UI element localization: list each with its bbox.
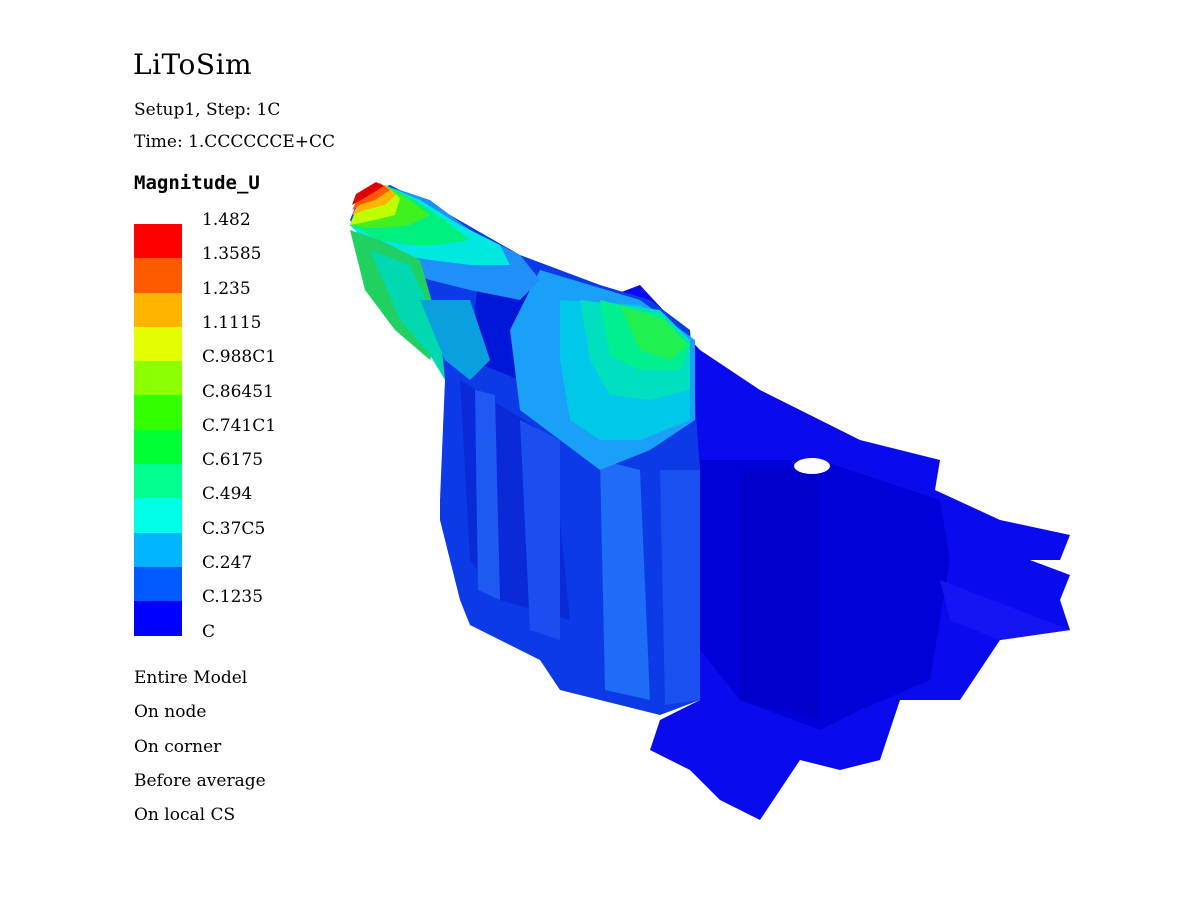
legend-tick-label: C [202, 621, 216, 642]
legend-swatch [134, 464, 182, 499]
legend-swatch [134, 395, 182, 430]
legend-tick-label: C.988C1 [202, 347, 277, 368]
result-option-text: Before average [134, 770, 266, 791]
legend-tick-label: C.37C5 [202, 518, 266, 539]
legend-tick-label: 1.3585 [202, 244, 262, 265]
legend-swatch [134, 292, 182, 327]
legend-tick-label: 1.1115 [202, 312, 262, 333]
legend-tick-label: C.6175 [202, 450, 264, 471]
setup-step-label: Setup1, Step: 1C [134, 100, 281, 120]
result-option-text: Entire Model [134, 668, 248, 688]
legend-swatch [134, 532, 182, 567]
legend-tick-label: C.494 [202, 484, 253, 505]
color-legend [134, 224, 182, 636]
legend-tick-label: C.247 [202, 553, 253, 573]
result-option-text: On local CS [134, 805, 236, 826]
legend-swatch [134, 326, 182, 362]
result-option-text: On corner [134, 736, 222, 757]
legend-tick-label: C.741C1 [202, 415, 277, 436]
result-option-text: On node [134, 702, 207, 723]
legend-swatch [134, 224, 182, 259]
app-title: LiToSim [133, 48, 253, 81]
legend-variable-name: Magnitude_U [134, 172, 260, 194]
legend-tick-label: C.86451 [202, 381, 274, 402]
legend-swatch [134, 429, 182, 465]
legend-swatch [134, 258, 182, 293]
legend-swatch [134, 601, 182, 636]
legend-tick-label: 1.235 [202, 278, 251, 299]
time-label: Time: 1.CCCCCCE+CC [134, 132, 336, 152]
legend-swatch [134, 361, 182, 396]
legend-tick-label: C.1235 [202, 587, 264, 608]
legend-tick-label: 1.482 [202, 210, 251, 230]
legend-swatch [134, 566, 182, 602]
legend-swatch [134, 498, 182, 533]
